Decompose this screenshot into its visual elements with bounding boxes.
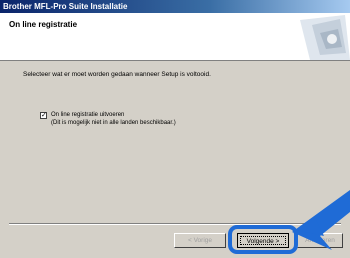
installer-window: Brother MFL-Pro Suite Installatie On lin… bbox=[0, 0, 350, 258]
pointer-arrow-icon bbox=[292, 190, 350, 250]
